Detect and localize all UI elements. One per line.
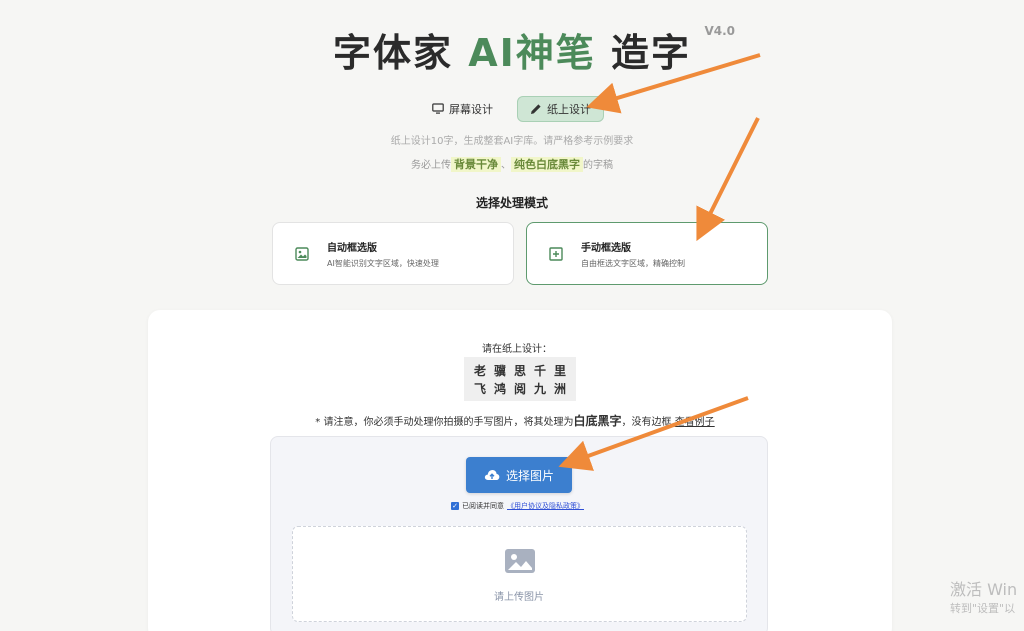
title-accent: AI神笔	[468, 31, 596, 75]
version-badge: V4.0	[704, 24, 736, 38]
notice-middle: ，没有边框	[621, 417, 672, 428]
tab-screen-design[interactable]: 屏幕设计	[420, 96, 505, 122]
upload-notice: * 请注意，你必须手动处理你拍摄的手写图片，将其处理为白底黑字，没有边框 查看例…	[0, 412, 1024, 429]
sample-char: 思	[513, 363, 526, 378]
view-example-link[interactable]: 查看例子	[675, 417, 715, 428]
mode-description: AI智能识别文字区域，快速处理	[327, 258, 439, 268]
mode-name: 自动框选版	[327, 242, 377, 254]
choose-image-label: 选择图片	[505, 468, 554, 483]
mode-description: 自由框选文字区域，精确控制	[581, 258, 685, 268]
monitor-icon	[432, 103, 444, 114]
tab-paper-design[interactable]: 纸上设计	[517, 96, 604, 122]
mode-section-title: 选择处理模式	[475, 196, 548, 210]
image-placeholder-icon	[505, 549, 535, 573]
mode-card-auto[interactable]: 自动框选版 AI智能识别文字区域，快速处理	[272, 222, 514, 285]
page-title: 字体家 AI神笔 造字 V4.0	[332, 22, 735, 77]
cloud-upload-icon	[484, 470, 500, 480]
hint-warning: 务必上传 背景干净、纯色白底黑字 的字稿	[0, 156, 1024, 172]
title-prefix: 字体家	[332, 31, 469, 75]
hint-text: 纸上设计10字，生成整套AI字库。请严格参考示例要求	[390, 136, 634, 147]
image-dropzone[interactable]	[292, 526, 747, 622]
activation-watermark-subtitle: 转到"设置"以	[950, 602, 1016, 615]
hint-prefix: 务必上传	[411, 160, 451, 171]
sample-char: 阅	[513, 381, 526, 396]
notice-prefix: * 请注意，你必须手动处理你拍摄的手写图片，将其处理为	[315, 417, 574, 428]
hint-suffix: 的字稿	[583, 160, 613, 171]
choose-image-button[interactable]: 选择图片	[466, 457, 572, 493]
sample-char: 九	[533, 381, 546, 396]
privacy-policy-link[interactable]: 《用户协议及隐私政策》	[507, 501, 584, 511]
page-header: 字体家 AI神笔 造字 V4.0	[0, 22, 1024, 77]
design-tabs: 屏幕设计 纸上设计	[0, 96, 1024, 122]
image-icon	[295, 246, 309, 261]
title-suffix: 造字	[595, 31, 692, 75]
sample-char: 骥	[493, 363, 506, 378]
sample-char: 老	[473, 363, 486, 378]
hint-separator: 、	[501, 160, 511, 171]
sample-char: 千	[533, 363, 546, 378]
agree-checkbox[interactable]: ✓	[451, 502, 459, 510]
sample-char: 飞	[473, 381, 486, 396]
plus-square-icon	[549, 246, 563, 261]
design-label: 请在纸上设计：	[482, 344, 552, 355]
highlight-clean-bg: 背景干净	[451, 157, 501, 172]
pencil-icon	[531, 104, 541, 114]
sample-char: 鸿	[493, 381, 506, 396]
sample-char: 洲	[553, 381, 566, 396]
sample-char: 里	[553, 363, 566, 378]
dropzone-label: 请上传图片	[494, 592, 544, 603]
agreement-row: ✓ 已阅读并同意 《用户协议及隐私政策》	[451, 501, 584, 511]
notice-bold: 白底黑字	[573, 414, 622, 428]
sample-characters: 老 骥 思 千 里 飞 鸿 阅 九 洲	[464, 357, 576, 401]
tab-label: 纸上设计	[547, 103, 591, 116]
mode-card-manual[interactable]: 手动框选版 自由框选文字区域，精确控制	[526, 222, 768, 285]
tab-label: 屏幕设计	[449, 103, 493, 116]
agree-text: 已阅读并同意	[462, 502, 504, 510]
activation-watermark-title: 激活 Win	[950, 580, 1018, 599]
highlight-black-on-white: 纯色白底黑字	[511, 157, 583, 172]
mode-name: 手动框选版	[581, 242, 631, 254]
